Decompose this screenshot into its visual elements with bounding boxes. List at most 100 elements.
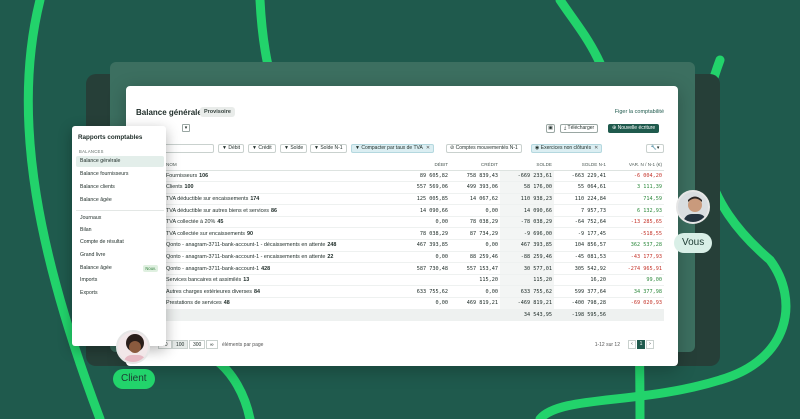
page-range: 1-12 sur 12 [594,342,620,348]
sidebar-item-balance-agee-2[interactable]: Balance âgée Nouv. [76,263,164,274]
cell-solde: -469 819,21 [500,297,554,310]
cell-name: Clients 100 [164,181,398,194]
cell-name: Services bancaires et assimilés 13 [164,274,398,287]
cell-debit [398,274,450,287]
cell-name: TVA collectée à 20% 45 [164,216,398,229]
entry-count: 174 [250,195,260,202]
sidebar-item-exports[interactable]: Exports [76,288,164,299]
col-header[interactable]: DÉBIT [398,160,450,171]
page-size-option[interactable]: 100 [172,340,189,349]
filter-compact-tva[interactable]: ▼ Compacter par taux de TVA ✕ [351,144,435,153]
cell-solde-n1: -45 081,53 [554,251,608,264]
freeze-accounting-link[interactable]: Figer la comptabilité [615,109,664,115]
cell-solde: -78 038,29 [500,216,554,229]
dropdown-toggle[interactable]: ▾ [182,124,190,132]
cell-name: Autres charges extérieures diverses 84 [164,285,398,299]
table-row[interactable]: 00000Services bancaires et assimilés1311… [136,274,664,287]
col-header[interactable]: SOLDE [500,160,554,171]
table-row[interactable]: 00100Qonto - anagram-3711-bank-account-1… [136,251,664,264]
table-row[interactable]: 00100Qonto - anagram-3711-bank-account-1… [136,239,664,252]
cell-variation: 362 537,28 [608,239,664,252]
new-entry-button[interactable]: ⊕ Nouvelle écriture [608,124,660,133]
table-row[interactable]: 00000TVA déductible sur autres biens et … [136,204,664,217]
sidebar-item-grand-livre[interactable]: Grand livre [76,250,164,261]
col-header[interactable]: NOM [164,160,398,171]
cell-debit: 633 755,62 [398,285,450,299]
entry-count: 45 [217,219,224,226]
cell-debit: 467 393,85 [398,239,450,252]
entry-count: 86 [270,207,277,214]
table-row[interactable]: 10090TVA collectée à 20%450,0078 038,29-… [136,216,664,229]
cell-solde-n1: 599 377,64 [554,285,608,299]
cell-variation: 6 132,93 [608,204,664,217]
sidebar-item-balance-fournisseurs[interactable]: Balance fournisseurs [76,169,164,180]
cell-debit: 0,00 [398,297,450,310]
sidebar-item-balance-generale[interactable]: Balance générale [76,156,164,167]
cell-credit: 557 153,47 [450,262,500,275]
page-size-option[interactable]: ∞ [206,340,218,349]
reports-sidebar: Rapports comptables BALANCES Balance gén… [72,126,166,346]
sidebar-item-bilan[interactable]: Bilan [76,225,164,236]
total-solde: 34 543,95 [500,309,554,321]
avatar-user [676,190,710,224]
cell-name: TVA déductible sur autres biens et servi… [164,204,398,217]
cell-solde-n1: -9 177,45 [554,227,608,241]
entry-count: 106 [199,172,209,179]
wrench-icon[interactable]: 🔧▾ [646,144,664,153]
close-icon[interactable]: ✕ [594,145,598,151]
cell-debit: 125 005,85 [398,193,450,206]
sidebar-item-journaux[interactable]: Journaux [76,213,164,224]
table-row[interactable]: 00000TVA collectée sur encaissements9078… [136,227,664,241]
table-row[interactable]: 00000TVA déductible sur encaissements174… [136,193,664,206]
entry-count: 100 [184,184,194,191]
sidebar-item-imports[interactable]: Imports [76,275,164,286]
total-label: omptable [136,309,500,321]
cell-solde: 14 090,66 [500,204,554,217]
avatar-client [116,330,150,364]
table-row[interactable]: 00000Fournisseurs10689 605,82758 839,43-… [136,170,664,183]
sidebar-section-label: BALANCES [79,149,104,154]
cell-variation: 3 111,39 [608,181,664,194]
sidebar-item-balance-clients[interactable]: Balance clients [76,182,164,193]
filter-open-years[interactable]: ◉ Exercices non clôturés ✕ [531,144,603,153]
account-name: Qonto - anagram-3711-bank-account-1 [166,265,260,272]
table-row[interactable]: 00000Prestations de services480,00469 81… [136,297,664,310]
cell-variation: -518,55 [608,227,664,241]
entry-count: 248 [327,242,337,249]
filter-solde[interactable]: ▼ Solde [280,144,308,153]
cell-name: Prestations de services 48 [164,297,398,310]
chevron-right-icon[interactable]: › [646,340,654,349]
cell-credit: 0,00 [450,239,500,252]
table-body: 00000Fournisseurs10689 605,82758 839,43-… [136,170,664,321]
page-number[interactable]: 1 [637,340,645,349]
filter-debit[interactable]: ▼ Débit [218,144,245,153]
close-icon[interactable]: ✕ [426,145,430,151]
cell-credit: 0,00 [450,285,500,299]
cell-solde: 110 938,23 [500,193,554,206]
table-row[interactable]: 00000Clients100557 569,06499 393,0658 17… [136,181,664,194]
download-button[interactable]: ⤓ Télécharger [560,124,599,133]
chevron-left-icon[interactable]: ‹ [628,340,636,349]
cell-solde-n1: -64 752,64 [554,216,608,229]
filter-credit[interactable]: ▼ Crédit [248,144,276,153]
filter-solde-n1[interactable]: ▼ Solde N-1 [310,144,347,153]
sidebar-item-compte-resultat[interactable]: Compte de résultat [76,237,164,248]
sidebar-title: Rapports comptables [78,134,143,141]
table-row[interactable]: 00100Qonto - anagram-3711-bank-account-1… [136,262,664,275]
col-header[interactable]: SOLDE N-1 [554,160,608,171]
table-row[interactable]: 00000Autres charges extérieures diverses… [136,285,664,299]
filter-accounts-n1[interactable]: ⊘ Comptes mouvementés N-1 [446,144,522,153]
calendar-icon[interactable]: ▣ [546,124,555,133]
cell-solde: -9 696,00 [500,227,554,241]
page-size-option[interactable]: 300 [189,340,206,349]
col-header[interactable]: VAR. N / N-1 (€) [608,160,664,171]
toolbar: ▾ ▣ ⤓ Télécharger ⊕ Nouvelle écriture [136,124,664,136]
cell-credit: 499 393,06 [450,181,500,194]
account-name: Prestations de services [166,300,222,307]
total-row: omptable34 543,95-198 595,56 [136,309,664,321]
sidebar-item-balance-agee[interactable]: Balance âgée [76,195,164,206]
col-header[interactable]: CRÉDIT [450,160,500,171]
filter-bar: ▼ Débit ▼ Crédit ▼ Solde ▼ Solde N-1 ▼ C… [136,144,664,154]
cell-credit: 88 259,46 [450,251,500,264]
cell-credit: 758 839,43 [450,170,500,183]
